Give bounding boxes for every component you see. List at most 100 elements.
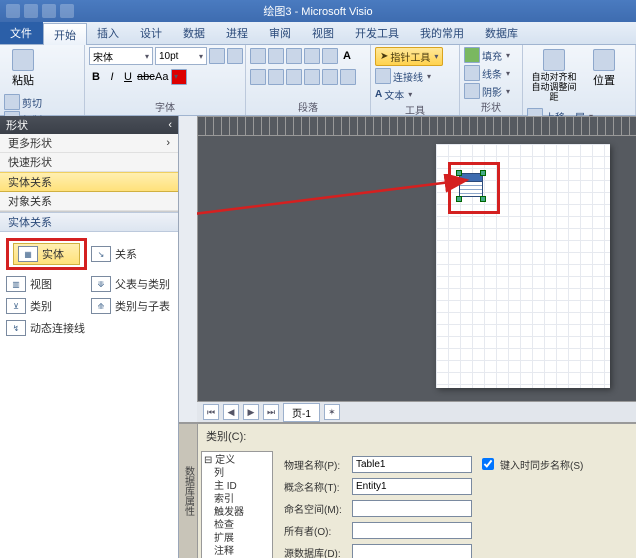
strike-button[interactable]: abc: [137, 71, 153, 83]
nav-next-button[interactable]: ▶: [243, 404, 259, 420]
entity-shape[interactable]: [459, 173, 483, 199]
align-center-icon[interactable]: [268, 48, 284, 64]
cut-button[interactable]: 剪切: [4, 94, 52, 110]
chevron-left-icon[interactable]: ‹: [168, 119, 172, 131]
font-color-button[interactable]: [171, 69, 187, 85]
tree-node[interactable]: ⊟ 定义: [204, 454, 270, 467]
tab-review[interactable]: 审阅: [259, 22, 302, 44]
font-family-select[interactable]: 宋体: [89, 47, 153, 65]
cat-object-relation[interactable]: 对象关系: [0, 192, 178, 211]
bot-align-icon[interactable]: [286, 69, 302, 85]
indent-inc-icon[interactable]: [322, 69, 338, 85]
shadow-icon: [464, 83, 480, 99]
italic-button[interactable]: I: [105, 71, 119, 83]
sync-checkbox[interactable]: 键入时同步名称(S): [478, 455, 583, 473]
tree-node[interactable]: 检查: [204, 519, 270, 532]
tab-database[interactable]: 数据库: [475, 22, 529, 44]
rotate-text-icon[interactable]: [340, 69, 356, 85]
db-properties-tab[interactable]: 数据库属性: [179, 424, 198, 558]
pointer-tool-button[interactable]: ➤指针工具: [375, 47, 443, 66]
page-tab-1[interactable]: 页-1: [283, 403, 320, 422]
tab-home[interactable]: 开始: [43, 23, 87, 45]
drawing-canvas[interactable]: [197, 134, 636, 422]
shapes-pane-header[interactable]: 形状 ‹: [0, 116, 178, 134]
ruler-vertical[interactable]: [179, 134, 198, 422]
autoalign-button[interactable]: 自动对齐和自动调整间距: [527, 47, 581, 104]
underline-button[interactable]: U: [121, 71, 135, 83]
tree-node[interactable]: 列: [204, 467, 270, 480]
align-left-icon[interactable]: [250, 48, 266, 64]
stencil-relation[interactable]: ↘关系: [91, 238, 172, 270]
entity-icon: ▦: [18, 246, 38, 262]
align-right-icon[interactable]: [286, 48, 302, 64]
save-icon[interactable]: [24, 4, 38, 18]
indent-dec-icon[interactable]: [304, 69, 320, 85]
tree-node[interactable]: 索引: [204, 493, 270, 506]
tab-insert[interactable]: 插入: [87, 22, 130, 44]
category-tree[interactable]: ⊟ 定义 列 主 ID 索引 触发器 检查 扩展 注释: [201, 451, 273, 558]
ruler-horizontal[interactable]: [197, 116, 636, 136]
nav-last-button[interactable]: ⏭: [263, 404, 279, 420]
handle-nw[interactable]: [456, 170, 462, 176]
text-tool-button[interactable]: A文本: [375, 86, 412, 102]
tab-design[interactable]: 设计: [130, 22, 173, 44]
tab-data[interactable]: 数据: [173, 22, 216, 44]
stencil-category[interactable]: ⊻类别: [6, 298, 87, 314]
bullets-icon[interactable]: [322, 48, 338, 64]
drawing-page[interactable]: [436, 144, 610, 388]
line-icon: [464, 65, 480, 81]
handle-sw[interactable]: [456, 196, 462, 202]
namespace-input[interactable]: [352, 500, 472, 517]
connector-tool-button[interactable]: 连接线: [375, 68, 431, 84]
owner-label: 所有者(O):: [284, 523, 346, 538]
justify-icon[interactable]: [304, 48, 320, 64]
stencil-view[interactable]: ▥视图: [6, 276, 87, 292]
tree-node[interactable]: 扩展: [204, 532, 270, 545]
fill-button[interactable]: 填充: [464, 47, 510, 63]
stencil-parent[interactable]: ⟱父表与类别: [91, 276, 172, 292]
case-button[interactable]: Aa: [155, 71, 169, 83]
handle-se[interactable]: [480, 196, 486, 202]
redo-icon[interactable]: [60, 4, 74, 18]
top-align-icon[interactable]: [250, 69, 266, 85]
tab-my[interactable]: 我的常用: [410, 22, 475, 44]
concept-name-input[interactable]: [352, 478, 472, 495]
visio-icon[interactable]: [6, 4, 20, 18]
cat-entity-relation[interactable]: 实体关系: [0, 172, 178, 192]
tab-process[interactable]: 进程: [216, 22, 259, 44]
mid-align-icon[interactable]: [268, 69, 284, 85]
tree-node[interactable]: 触发器: [204, 506, 270, 519]
tab-developer[interactable]: 开发工具: [345, 22, 410, 44]
stencil-cat-child[interactable]: ⟰类别与子表: [91, 298, 172, 314]
nav-prev-button[interactable]: ◀: [223, 404, 239, 420]
connector-icon: [375, 68, 391, 84]
stencil-entity[interactable]: ▦ 实体: [13, 243, 80, 265]
paste-button[interactable]: 粘贴: [4, 47, 42, 90]
bold-button[interactable]: B: [89, 71, 103, 83]
undo-icon[interactable]: [42, 4, 56, 18]
tab-file[interactable]: 文件: [0, 22, 43, 44]
chevron-right-icon: ›: [166, 137, 170, 149]
srcdb-input[interactable]: [352, 544, 472, 558]
shadow-button[interactable]: 阴影: [464, 83, 510, 99]
font-size-select[interactable]: 10pt: [155, 47, 207, 65]
new-page-button[interactable]: ✶: [324, 404, 340, 420]
textbox-icon[interactable]: A: [340, 50, 354, 62]
shrink-font-icon[interactable]: [227, 48, 243, 64]
handle-ne[interactable]: [480, 170, 486, 176]
relation-icon: ↘: [91, 246, 111, 262]
cat-more-shapes[interactable]: 更多形状›: [0, 134, 178, 153]
tree-node[interactable]: 主 ID: [204, 480, 270, 493]
autoalign-label: 自动对齐和自动调整间距: [529, 72, 579, 102]
cat-child-icon: ⟰: [91, 298, 111, 314]
line-button[interactable]: 线条: [464, 65, 510, 81]
grow-font-icon[interactable]: [209, 48, 225, 64]
cat-quick-shapes[interactable]: 快速形状: [0, 153, 178, 172]
phys-name-input[interactable]: [352, 456, 472, 473]
position-button[interactable]: 位置: [585, 47, 623, 90]
owner-input[interactable]: [352, 522, 472, 539]
tab-view[interactable]: 视图: [302, 22, 345, 44]
nav-first-button[interactable]: ⏮: [203, 404, 219, 420]
stencil-dynamic[interactable]: ↯动态连接线: [6, 320, 87, 336]
tree-node[interactable]: 注释: [204, 545, 270, 558]
